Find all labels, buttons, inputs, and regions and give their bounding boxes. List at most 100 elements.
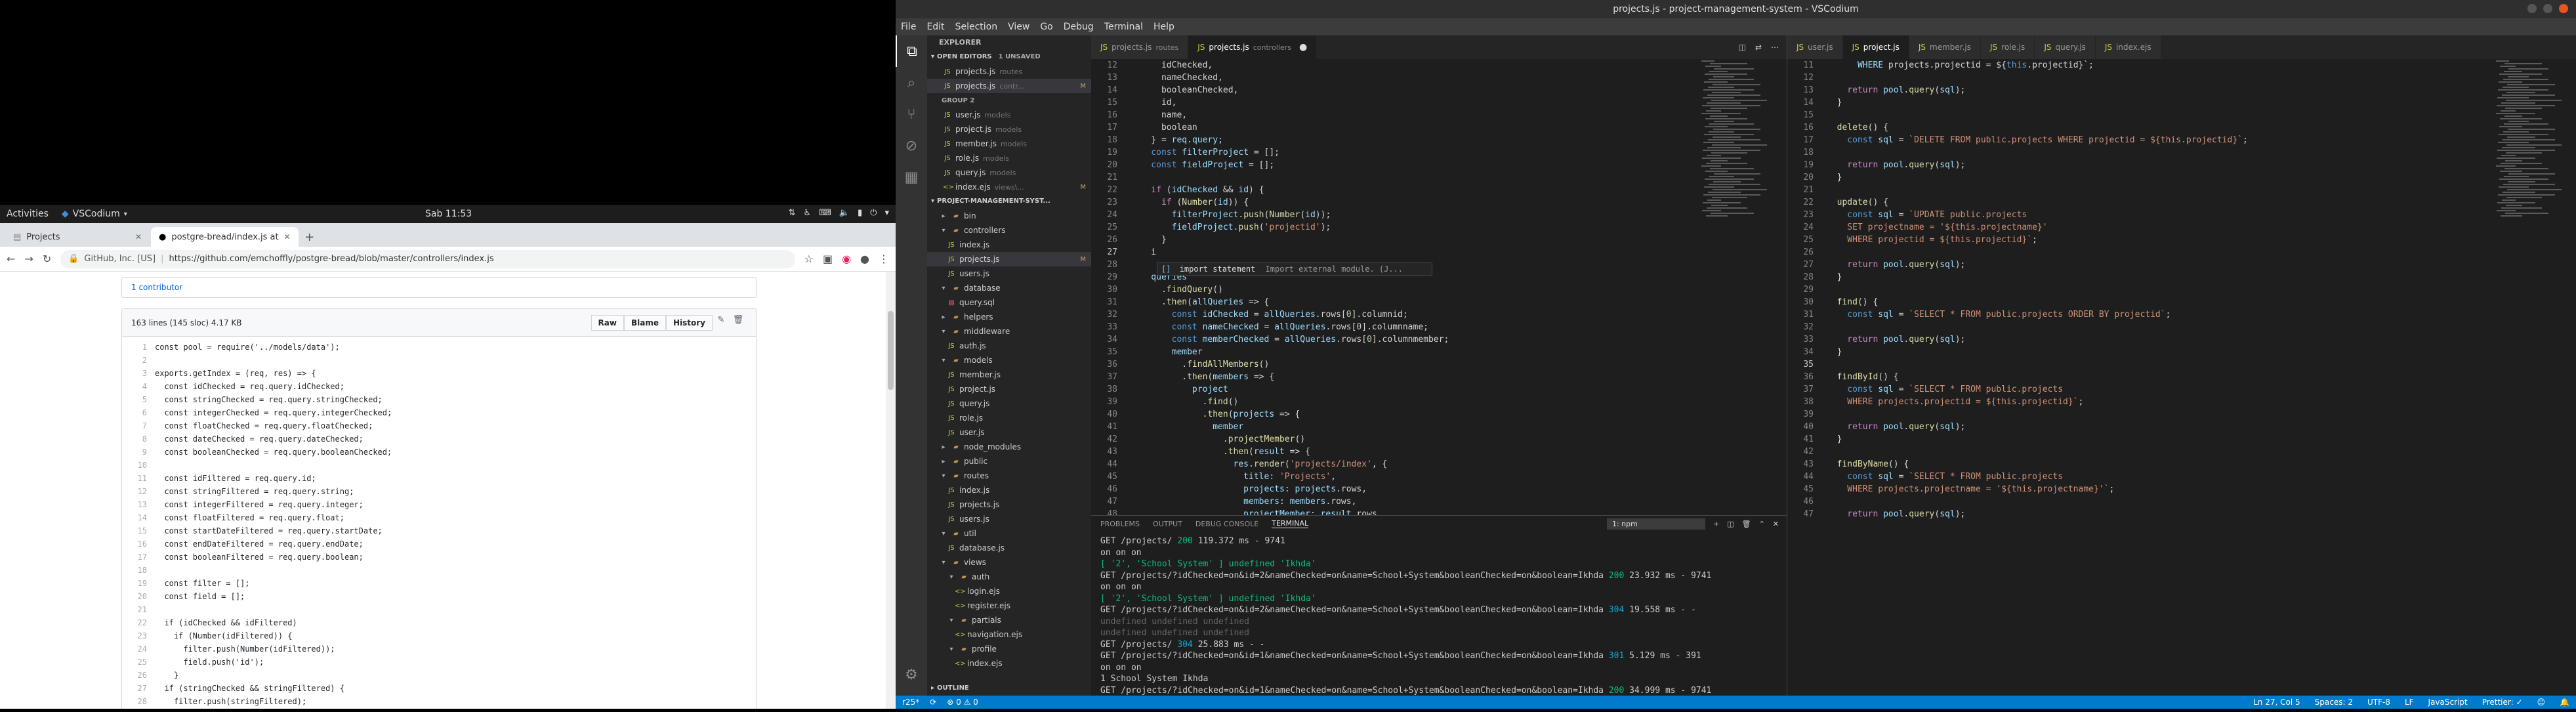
source-control-icon[interactable]: ⑂	[896, 98, 927, 130]
tree-item[interactable]: JS index.js	[927, 238, 1091, 252]
tree-item[interactable]: JS users.js	[927, 266, 1091, 281]
line-number[interactable]: 22	[122, 616, 155, 629]
editor-tab[interactable]: JS projects.js controllers ●	[1188, 35, 1318, 59]
trash-icon[interactable]: 🗑	[1742, 520, 1751, 528]
code-editor-2[interactable]: 11 WHERE projects.projectid = ${this.pro…	[1787, 59, 2576, 696]
tree-item[interactable]: <> register.ejs	[927, 598, 1091, 613]
line-number[interactable]: 27	[122, 682, 155, 695]
cursor-position[interactable]: Ln 27, Col 5	[2253, 698, 2300, 707]
address-bar[interactable]: 🔒 GitHub, Inc. [US] | https://github.com…	[60, 249, 795, 268]
line-number[interactable]: 20	[122, 590, 155, 603]
indentation[interactable]: Spaces: 2	[2315, 698, 2353, 707]
open-editor-item[interactable]: JS project.js models	[927, 122, 1091, 136]
menu-view[interactable]: View	[1008, 22, 1029, 32]
line-number[interactable]: 18	[122, 564, 155, 577]
more-menu-icon[interactable]: ⋮	[879, 253, 889, 265]
reload-icon[interactable]: ↻	[43, 253, 51, 265]
open-editor-item[interactable]: JS query.js models	[927, 165, 1091, 180]
star-icon[interactable]: ☆	[804, 253, 814, 265]
problems-count[interactable]: ⊗ 0 ⚠ 0	[947, 698, 978, 707]
minimize-icon[interactable]	[2527, 4, 2537, 13]
extension-icon-2[interactable]: ◉	[842, 253, 851, 265]
tree-item[interactable]: JS users.js	[927, 512, 1091, 526]
close-icon[interactable]: ✕	[1773, 520, 1779, 528]
line-ending[interactable]: LF	[2405, 698, 2414, 707]
line-number[interactable]: 28	[122, 695, 155, 708]
line-number[interactable]: 5	[122, 393, 155, 406]
contributors-box[interactable]: 1 contributor	[121, 277, 757, 298]
editor-tab[interactable]: JS user.js	[1787, 35, 1843, 59]
search-icon[interactable]: ⌕	[896, 67, 927, 98]
line-number[interactable]: 26	[122, 669, 155, 682]
maximize-icon[interactable]	[2543, 4, 2552, 13]
menu-go[interactable]: Go	[1040, 22, 1052, 32]
line-number[interactable]: 21	[122, 603, 155, 616]
smiley-icon[interactable]: ☺	[2537, 698, 2546, 707]
tree-item[interactable]: ▾ ▰ views	[927, 555, 1091, 570]
forward-arrow-icon[interactable]: →	[24, 253, 33, 265]
debug-icon[interactable]: ⊘	[896, 130, 927, 161]
tree-item[interactable]: ▾ ▰ partials	[927, 613, 1091, 627]
history-button[interactable]: History	[665, 314, 713, 331]
tree-item[interactable]: ▾ ▰ profile	[927, 642, 1091, 656]
more-icon[interactable]: ⋯	[1771, 43, 1779, 52]
profile-avatar-icon[interactable]: ●	[860, 253, 869, 265]
line-number[interactable]: 23	[122, 629, 155, 642]
editor-tab[interactable]: JS index.ejs	[2095, 35, 2161, 59]
tree-item[interactable]: ▸ ▰ node_modules	[927, 440, 1091, 454]
scrollbar-thumb[interactable]	[888, 311, 894, 390]
open-editor-item[interactable]: <> index.ejs views\... M	[927, 180, 1091, 194]
extensions-icon[interactable]: ▦	[896, 161, 927, 193]
tree-item[interactable]: JS user.js	[927, 425, 1091, 440]
editor-tab[interactable]: JS query.js	[2035, 35, 2096, 59]
tree-item[interactable]: ▾ ▰ database	[927, 281, 1091, 295]
editor-tab[interactable]: JS member.js	[1909, 35, 1982, 59]
pencil-icon[interactable]: ✎	[713, 315, 730, 331]
line-number[interactable]: 4	[122, 380, 155, 393]
blame-button[interactable]: Blame	[623, 314, 666, 331]
tab-problems[interactable]: PROBLEMS	[1100, 520, 1140, 528]
tree-item[interactable]: ▾ ▰ routes	[927, 469, 1091, 483]
tree-item[interactable]: JS projects.js M	[927, 252, 1091, 266]
menu-edit[interactable]: Edit	[926, 22, 944, 32]
new-tab-button[interactable]: +	[300, 227, 320, 247]
line-number[interactable]: 10	[122, 459, 155, 472]
page-scrollbar[interactable]	[886, 272, 896, 709]
tree-item[interactable]: JS member.js	[927, 367, 1091, 382]
contributor-count[interactable]: 1 contributor	[131, 283, 182, 292]
language-mode[interactable]: JavaScript	[2428, 698, 2468, 707]
tree-item[interactable]: JS index.js	[927, 483, 1091, 497]
clock[interactable]: Sab 11:53	[425, 209, 472, 219]
editor-tab[interactable]: JS project.js	[1842, 35, 1909, 59]
terminal-select[interactable]: 1: npm	[1606, 518, 1705, 530]
tree-item[interactable]: JS database.js	[927, 541, 1091, 555]
back-arrow-icon[interactable]: ←	[7, 253, 15, 265]
line-number[interactable]: 24	[122, 642, 155, 656]
project-folder-header[interactable]: ▾ PROJECT-MANAGEMENT-SYST...	[927, 194, 1091, 209]
tree-item[interactable]: ▾ ▰ controllers	[927, 223, 1091, 238]
intellisense-suggestion[interactable]: [] import statement Import external modu…	[1157, 262, 1432, 276]
tree-item[interactable]: ▾ ▰ middleware	[927, 324, 1091, 339]
minimap-2[interactable]	[2496, 59, 2568, 256]
tree-item[interactable]: ▸ ▰ helpers	[927, 310, 1091, 324]
tab-output[interactable]: OUTPUT	[1153, 520, 1182, 528]
encoding[interactable]: UTF-8	[2367, 698, 2390, 707]
line-number[interactable]: 19	[122, 577, 155, 590]
open-editor-item[interactable]: JS projects.js contr... M	[927, 79, 1091, 93]
line-number[interactable]: 13	[122, 498, 155, 511]
activities-button[interactable]: Activities	[7, 209, 49, 219]
close-icon[interactable]	[2559, 4, 2568, 13]
line-number[interactable]: 25	[122, 656, 155, 669]
open-changes-icon[interactable]: ⇄	[1755, 43, 1762, 52]
open-editor-item[interactable]: JS member.js models	[927, 136, 1091, 151]
gear-icon[interactable]: ⚙	[896, 659, 927, 690]
line-number[interactable]: 1	[122, 341, 155, 354]
editor-tab[interactable]: JS role.js	[1981, 35, 2035, 59]
tree-item[interactable]: ▾ ▰ auth	[927, 570, 1091, 584]
tree-item[interactable]: <> navigation.ejs	[927, 627, 1091, 642]
tree-item[interactable]: JS query.js	[927, 396, 1091, 411]
line-number[interactable]: 9	[122, 446, 155, 459]
line-number[interactable]: 16	[122, 537, 155, 551]
tree-item[interactable]: ▾ ▰ models	[927, 353, 1091, 367]
bell-icon[interactable]: 🔔	[2560, 698, 2569, 707]
